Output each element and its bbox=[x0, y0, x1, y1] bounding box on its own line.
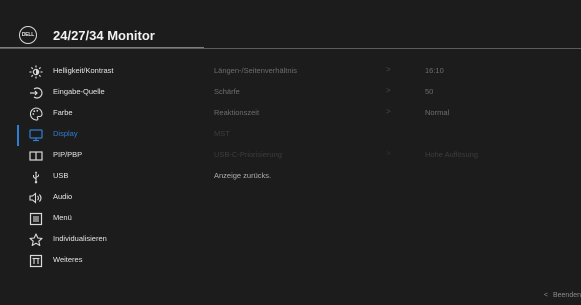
osd-title: 24/27/34 Monitor bbox=[53, 28, 155, 43]
sidebar-item-label: Audio bbox=[53, 192, 73, 201]
usb-icon bbox=[29, 170, 43, 184]
info-icon bbox=[29, 254, 43, 268]
sidebar-item-pip-pbp[interactable]: PIP/PBP bbox=[0, 146, 204, 167]
setting-value: 16:10 bbox=[425, 66, 444, 75]
sidebar-item-display[interactable]: Display bbox=[0, 125, 204, 146]
sidebar-item-label: Weiteres bbox=[53, 255, 83, 264]
setting-response-time[interactable]: Reaktionszeit > Normal bbox=[214, 104, 574, 125]
chevron-right-icon: > bbox=[386, 65, 391, 74]
color-icon bbox=[29, 107, 43, 121]
sidebar-item-input-source[interactable]: Eingabe-Quelle bbox=[0, 83, 204, 104]
setting-label: Reaktionszeit bbox=[214, 108, 260, 117]
setting-display-reset[interactable]: Anzeige zurücks. bbox=[214, 167, 574, 188]
setting-usb-c-priority: USB-C-Priorisierung > Hohe Auflösung bbox=[214, 146, 574, 167]
chevron-right-icon: > bbox=[386, 107, 391, 116]
dell-logo: DELL bbox=[19, 26, 37, 44]
sidebar-item-usb[interactable]: USB bbox=[0, 167, 204, 188]
pip-pbp-icon bbox=[29, 149, 43, 163]
input-source-icon bbox=[29, 86, 43, 100]
brightness-icon bbox=[29, 65, 43, 79]
sidebar-item-label: Display bbox=[53, 129, 78, 138]
setting-mst: MST bbox=[214, 125, 574, 146]
sidebar-item-others[interactable]: Weiteres bbox=[0, 251, 204, 272]
setting-value: Normal bbox=[425, 108, 450, 117]
sidebar-item-menu[interactable]: Menü bbox=[0, 209, 204, 230]
sidebar-item-label: Eingabe-Quelle bbox=[53, 87, 105, 96]
sidebar-item-label: PIP/PBP bbox=[53, 150, 83, 159]
sidebar-item-label: Farbe bbox=[53, 108, 73, 117]
chevron-right-icon: > bbox=[386, 149, 391, 158]
setting-label: Anzeige zurücks. bbox=[214, 171, 272, 180]
sidebar-item-brightness-contrast[interactable]: Helligkeit/Kontrast bbox=[0, 62, 204, 83]
sidebar-item-label: Menü bbox=[53, 213, 72, 222]
sidebar-item-audio[interactable]: Audio bbox=[0, 188, 204, 209]
display-icon bbox=[29, 128, 43, 142]
setting-value: 50 bbox=[425, 87, 434, 96]
setting-label: USB-C-Priorisierung bbox=[214, 150, 282, 159]
star-icon bbox=[29, 233, 43, 247]
setting-label: Längen-/Seitenverhältnis bbox=[214, 66, 297, 75]
sidebar-item-label: Helligkeit/Kontrast bbox=[53, 66, 114, 75]
osd-header: DELL 24/27/34 Monitor bbox=[0, 0, 581, 48]
exit-label: Beenden bbox=[552, 292, 581, 299]
setting-value: Hohe Auflösung bbox=[425, 150, 478, 159]
menu-icon bbox=[29, 212, 43, 226]
chevron-right-icon: > bbox=[386, 86, 391, 95]
chevron-left-icon: < bbox=[543, 292, 548, 299]
sidebar-item-personalize[interactable]: Individualisieren bbox=[0, 230, 204, 251]
sidebar-item-label: Individualisieren bbox=[53, 234, 107, 243]
setting-aspect-ratio[interactable]: Längen-/Seitenverhältnis > 16:10 bbox=[214, 62, 574, 83]
exit-button[interactable]: < Beenden bbox=[544, 292, 581, 299]
sidebar-item-color[interactable]: Farbe bbox=[0, 104, 204, 125]
setting-label: Schärfe bbox=[214, 87, 240, 96]
audio-icon bbox=[29, 191, 43, 205]
setting-label: MST bbox=[214, 129, 230, 138]
sidebar-item-label: USB bbox=[53, 171, 69, 180]
monitor-osd: DELL 24/27/34 Monitor Helligkeit/Kontras… bbox=[0, 0, 581, 305]
header-divider bbox=[0, 48, 581, 49]
setting-sharpness[interactable]: Schärfe > 50 bbox=[214, 83, 574, 104]
